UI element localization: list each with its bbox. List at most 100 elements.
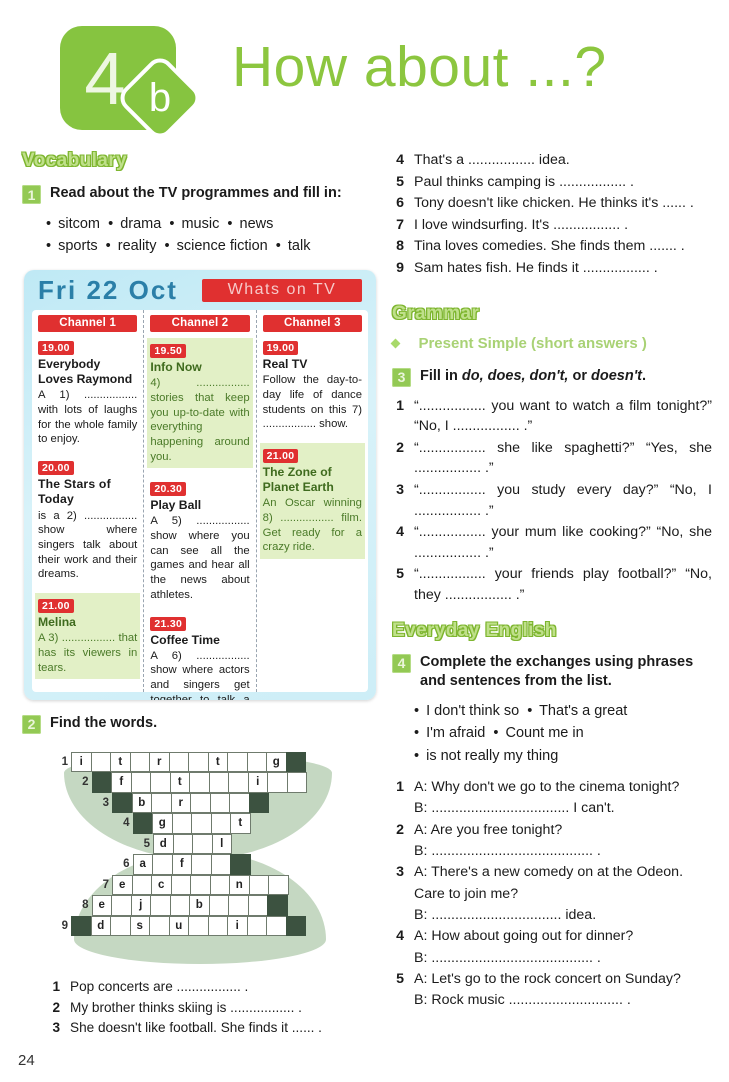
- crossword-cell[interactable]: j: [130, 895, 151, 916]
- crossword-cell[interactable]: [110, 915, 131, 937]
- grammar-item-text: “................. you want to watch a f…: [414, 397, 712, 435]
- exercise-4-phrase-bank: • I don't think so • That's a great • I'…: [414, 700, 712, 767]
- exercise-2: 2 Find the words.: [22, 714, 382, 734]
- crossword-cell[interactable]: e: [91, 895, 112, 916]
- crossword-cell[interactable]: [171, 813, 192, 834]
- crossword-cell[interactable]: b: [131, 792, 152, 814]
- crossword-cell[interactable]: [248, 874, 269, 896]
- crossword-cell[interactable]: [192, 833, 213, 855]
- programme: 21.00 Melina A 3) ................. that…: [35, 592, 141, 680]
- crossword-cell[interactable]: [246, 751, 267, 773]
- crossword-cell[interactable]: i: [247, 772, 268, 793]
- crossword-cell[interactable]: [191, 854, 212, 875]
- crossword-cell[interactable]: [247, 895, 268, 916]
- crossword-cell[interactable]: f: [111, 772, 132, 793]
- crossword-cell[interactable]: d: [153, 833, 174, 855]
- bullet-dot: •: [414, 747, 420, 764]
- crossword-cell[interactable]: [152, 854, 173, 875]
- sentence-number: 9: [396, 259, 404, 276]
- crossword-cell[interactable]: [150, 895, 171, 916]
- bullet-dot: •: [414, 725, 420, 742]
- crossword-cell[interactable]: [90, 751, 111, 773]
- grammar-item: 1 “................. you want to watch a…: [392, 396, 712, 437]
- bullet-dot: •: [104, 216, 114, 232]
- crossword-cell[interactable]: b: [189, 895, 210, 916]
- crossword-cell[interactable]: [229, 792, 250, 814]
- crossword-cell[interactable]: r: [170, 792, 191, 814]
- crossword-cell[interactable]: [209, 792, 230, 814]
- crossword-cell[interactable]: t: [230, 813, 251, 834]
- crossword-cell[interactable]: [188, 915, 209, 937]
- crossword-cell[interactable]: [209, 874, 230, 896]
- crossword-cell[interactable]: [267, 772, 288, 793]
- crossword-cell[interactable]: [129, 751, 150, 773]
- crossword-cell[interactable]: [150, 772, 171, 793]
- crossword-cell[interactable]: t: [110, 751, 131, 773]
- crossword-cell[interactable]: d: [90, 915, 111, 937]
- sentence-number: 2: [52, 999, 60, 1015]
- exchange-body: A: Let's go to the rock concert on Sunda…: [414, 969, 712, 1012]
- crossword-cell[interactable]: s: [129, 915, 150, 937]
- exchange-speaker-a: A: How about going out for dinner?: [414, 928, 634, 945]
- crossword-cell[interactable]: [149, 915, 170, 937]
- crossword-cell[interactable]: [189, 772, 210, 793]
- crossword-cell[interactable]: i: [227, 915, 248, 937]
- crossword-cell[interactable]: r: [149, 751, 170, 773]
- bullet-dot: •: [101, 238, 111, 255]
- crossword-cell[interactable]: c: [151, 874, 172, 896]
- crossword-cell[interactable]: [169, 895, 190, 916]
- word-science-fiction: science fiction: [176, 238, 268, 255]
- sentence-row: 7 I love windsurfing. It's .............…: [392, 215, 712, 236]
- crossword-cell[interactable]: [190, 874, 211, 896]
- word-sitcom: sitcom: [58, 216, 101, 232]
- exercise-2-sentences-continued: 4 That's a ................. idea. 5 Pau…: [392, 150, 712, 279]
- exchange-number: 3: [396, 864, 404, 881]
- crossword-cell[interactable]: e: [112, 874, 133, 896]
- sentence-text: Tony doesn't like chicken. He thinks it'…: [414, 195, 694, 212]
- crossword-cell[interactable]: [111, 895, 132, 916]
- crossword-cell[interactable]: [172, 833, 193, 855]
- crossword-cell[interactable]: [207, 915, 228, 937]
- crossword-cell[interactable]: [286, 772, 307, 793]
- crossword-cell[interactable]: f: [171, 854, 192, 875]
- crossword-cell[interactable]: [227, 751, 248, 773]
- crossword-cell[interactable]: l: [211, 833, 232, 855]
- crossword-cell[interactable]: [151, 792, 172, 814]
- crossword-cell[interactable]: t: [169, 772, 190, 793]
- crossword-cell[interactable]: n: [229, 874, 250, 896]
- crossword-cell[interactable]: [190, 792, 211, 814]
- crossword-cell[interactable]: [246, 915, 267, 937]
- crossword-cell[interactable]: t: [207, 751, 228, 773]
- sentence-number: 3: [52, 1020, 60, 1036]
- sentence-number: 1: [52, 978, 60, 994]
- crossword-cell[interactable]: g: [266, 751, 287, 773]
- crossword-cell[interactable]: [228, 772, 249, 793]
- crossword-cell[interactable]: a: [132, 854, 153, 875]
- crossword-cell[interactable]: [130, 772, 151, 793]
- grammar-subheading: Present Simple (short answers ): [390, 335, 712, 353]
- crossword-cell[interactable]: [131, 874, 152, 896]
- sentence-text: That's a ................. idea.: [414, 152, 570, 168]
- crossword-cell[interactable]: [268, 874, 289, 896]
- crossword-cell[interactable]: [208, 895, 229, 916]
- crossword-cell[interactable]: [191, 813, 212, 834]
- crossword-cell[interactable]: i: [71, 751, 92, 773]
- exchange-number: 4: [396, 928, 404, 945]
- exercise-4: 4 Complete the exchanges using phrases a…: [392, 653, 712, 691]
- sentence-text: Paul thinks camping is .................…: [414, 173, 634, 190]
- crossword-cell[interactable]: [170, 874, 191, 896]
- crossword-cell[interactable]: [266, 915, 287, 937]
- exchange-body: A: Why don't we go to the cinema tonight…: [414, 777, 712, 820]
- crossword-cell[interactable]: [228, 895, 249, 916]
- word-music: music: [181, 216, 220, 232]
- exchange-row: 5 A: Let's go to the rock concert on Sun…: [392, 969, 712, 1012]
- crossword-cell[interactable]: [210, 854, 231, 875]
- crossword-cell[interactable]: [168, 751, 189, 773]
- crossword-cell[interactable]: g: [152, 813, 173, 834]
- crossword-cell[interactable]: u: [168, 915, 189, 937]
- exchange-speaker-b: B: Rock music ..........................…: [414, 992, 631, 1009]
- crossword-cell[interactable]: [210, 813, 231, 834]
- crossword-cell[interactable]: [188, 751, 209, 773]
- crossword-cell[interactable]: [208, 772, 229, 793]
- programme-description: Follow the day-to-day life of dance stud…: [262, 374, 362, 431]
